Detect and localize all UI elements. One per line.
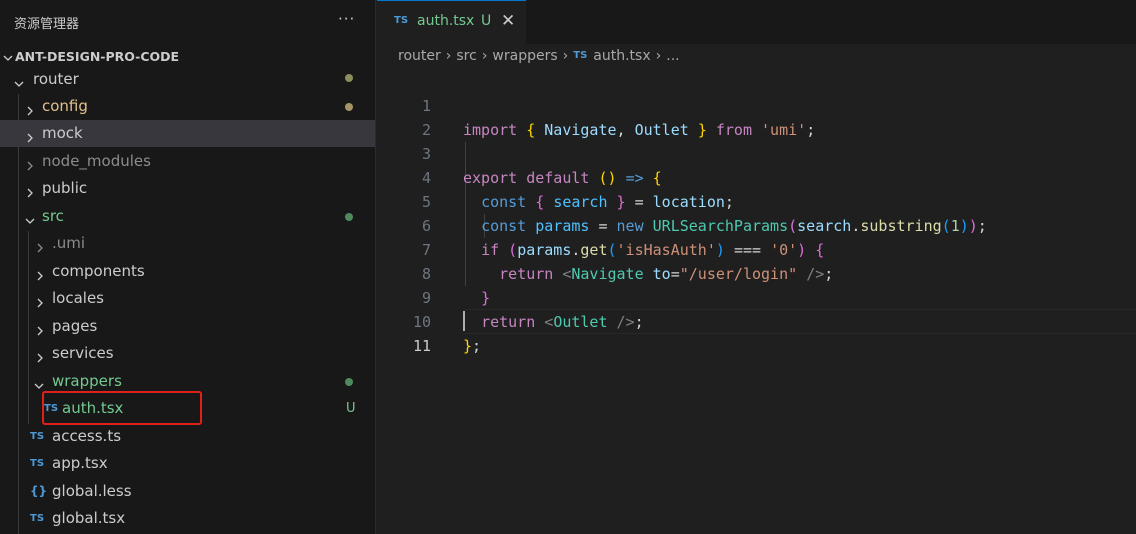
code-line: 7 return <Navigate to="/user/login" />;: [377, 214, 1136, 283]
tree-file-global-less[interactable]: {} global.less: [0, 478, 375, 505]
chevron-right-icon: [24, 129, 36, 148]
less-file-icon: {}: [30, 484, 48, 498]
project-folder-header[interactable]: ANT-DESIGN-PRO-CODE: [0, 46, 375, 68]
tree-item-label: global.tsx: [52, 509, 126, 527]
explorer-header: 资源管理器 ···: [0, 0, 375, 44]
code-line: 2: [377, 94, 1136, 139]
typescript-file-icon: TS: [30, 458, 45, 469]
tree-folder-node-modules[interactable]: node_modules: [0, 148, 375, 176]
breadcrumb: router › src › wrappers › TS auth.tsx ›...: [398, 48, 680, 68]
tree-folder-components[interactable]: components: [0, 258, 375, 286]
typescript-file-icon: TS: [30, 513, 45, 524]
code-editor[interactable]: 1 import { Navigate, Outlet } from 'umi'…: [377, 70, 1136, 534]
tree-item-label: mock: [42, 124, 83, 142]
code-line: 8 }: [377, 238, 1136, 307]
explorer-sidebar: 资源管理器 ··· ANT-DESIGN-PRO-CODE router con…: [0, 0, 376, 534]
tree-item-label: global.less: [52, 482, 132, 500]
tree-item-label: components: [52, 262, 145, 280]
code-text: };: [463, 337, 482, 355]
tree-file-global-tsx[interactable]: TS global.tsx: [0, 505, 375, 532]
tree-item-label: node_modules: [42, 152, 151, 170]
editor-tab-bar: TS auth.tsx U ✕: [377, 0, 1136, 44]
code-line-current: 11: [377, 310, 1136, 355]
breadcrumb-item[interactable]: ...: [666, 48, 679, 64]
tree-folder-umi[interactable]: .umi: [0, 230, 375, 258]
chevron-down-icon: [13, 75, 25, 94]
tree-folder-config[interactable]: config: [0, 93, 375, 121]
tree-folder-public[interactable]: public: [0, 175, 375, 203]
tree-item-label: app.tsx: [52, 454, 108, 472]
tree-item-label: public: [42, 179, 88, 197]
chevron-right-icon: [34, 349, 46, 368]
tab-untracked-badge: U: [481, 13, 492, 29]
tree-item-label: src: [42, 207, 64, 225]
chevron-right-icon: [34, 294, 46, 313]
tree-item-label: pages: [52, 317, 98, 335]
chevron-down-icon: [24, 212, 36, 231]
chevron-right-icon: ›: [445, 48, 452, 64]
chevron-right-icon: [24, 157, 36, 176]
breadcrumb-item[interactable]: src: [456, 48, 476, 64]
line-number: 11: [412, 337, 431, 355]
code-line: 3 export default () => {: [377, 118, 1136, 187]
chevron-right-icon: [24, 184, 36, 203]
tree-item-label: access.ts: [52, 427, 122, 445]
tab-label: auth.tsx: [417, 13, 475, 29]
code-line: 4 const { search } = location;: [377, 142, 1136, 211]
tree-file-access-ts[interactable]: TS access.ts: [0, 423, 375, 450]
chevron-right-icon: [24, 102, 36, 121]
tree-item-label: config: [42, 97, 88, 115]
chevron-right-icon: ›: [655, 48, 662, 64]
project-name: ANT-DESIGN-PRO-CODE: [15, 49, 180, 64]
tree-folder-mock[interactable]: mock: [0, 120, 375, 148]
breadcrumb-item[interactable]: auth.tsx: [593, 48, 650, 64]
code-line: 10 };: [377, 286, 1136, 355]
tree-folder-pages[interactable]: pages: [0, 313, 375, 341]
code-line: 5 const params = new URLSearchParams(sea…: [377, 166, 1136, 235]
typescript-file-icon: TS: [30, 431, 45, 442]
tree-item-label: locales: [52, 289, 104, 307]
tree-folder-src[interactable]: src: [0, 203, 375, 231]
tree-item-label: wrappers: [52, 372, 122, 390]
modified-dot: [345, 103, 353, 111]
chevron-right-icon: [34, 322, 46, 341]
tab-auth-tsx[interactable]: TS auth.tsx U ✕: [377, 0, 526, 44]
code-line: 6 if (params.get('isHasAuth') === '0') {: [377, 190, 1136, 259]
tree-file-app-tsx[interactable]: TS app.tsx: [0, 450, 375, 477]
modified-dot: [345, 74, 353, 82]
tree-folder-services[interactable]: services: [0, 340, 375, 368]
code-line: 1 import { Navigate, Outlet } from 'umi'…: [377, 70, 1136, 139]
tree-item-label: .umi: [52, 234, 86, 252]
annotation-highlight-box: [42, 391, 202, 425]
chevron-right-icon: [34, 239, 46, 258]
text-cursor: [463, 311, 465, 331]
tree-item-label: router: [33, 70, 79, 88]
chevron-right-icon: ›: [481, 48, 488, 64]
untracked-status-badge: U: [346, 401, 356, 416]
untracked-dot: [345, 378, 353, 386]
more-actions-icon[interactable]: ···: [338, 10, 355, 28]
tree-folder-router[interactable]: router: [0, 66, 375, 94]
code-line: 9 return <Outlet />;: [377, 262, 1136, 331]
typescript-file-icon: TS: [394, 15, 409, 26]
chevron-right-icon: ›: [562, 48, 569, 64]
tree-item-label: services: [52, 344, 114, 362]
tree-folder-locales[interactable]: locales: [0, 285, 375, 313]
explorer-title: 资源管理器: [14, 17, 80, 32]
close-icon[interactable]: ✕: [501, 11, 515, 31]
untracked-dot: [345, 213, 353, 221]
breadcrumb-item[interactable]: wrappers: [492, 48, 557, 64]
typescript-file-icon: TS: [573, 50, 588, 61]
chevron-right-icon: [34, 267, 46, 286]
breadcrumb-item[interactable]: router: [398, 48, 441, 64]
